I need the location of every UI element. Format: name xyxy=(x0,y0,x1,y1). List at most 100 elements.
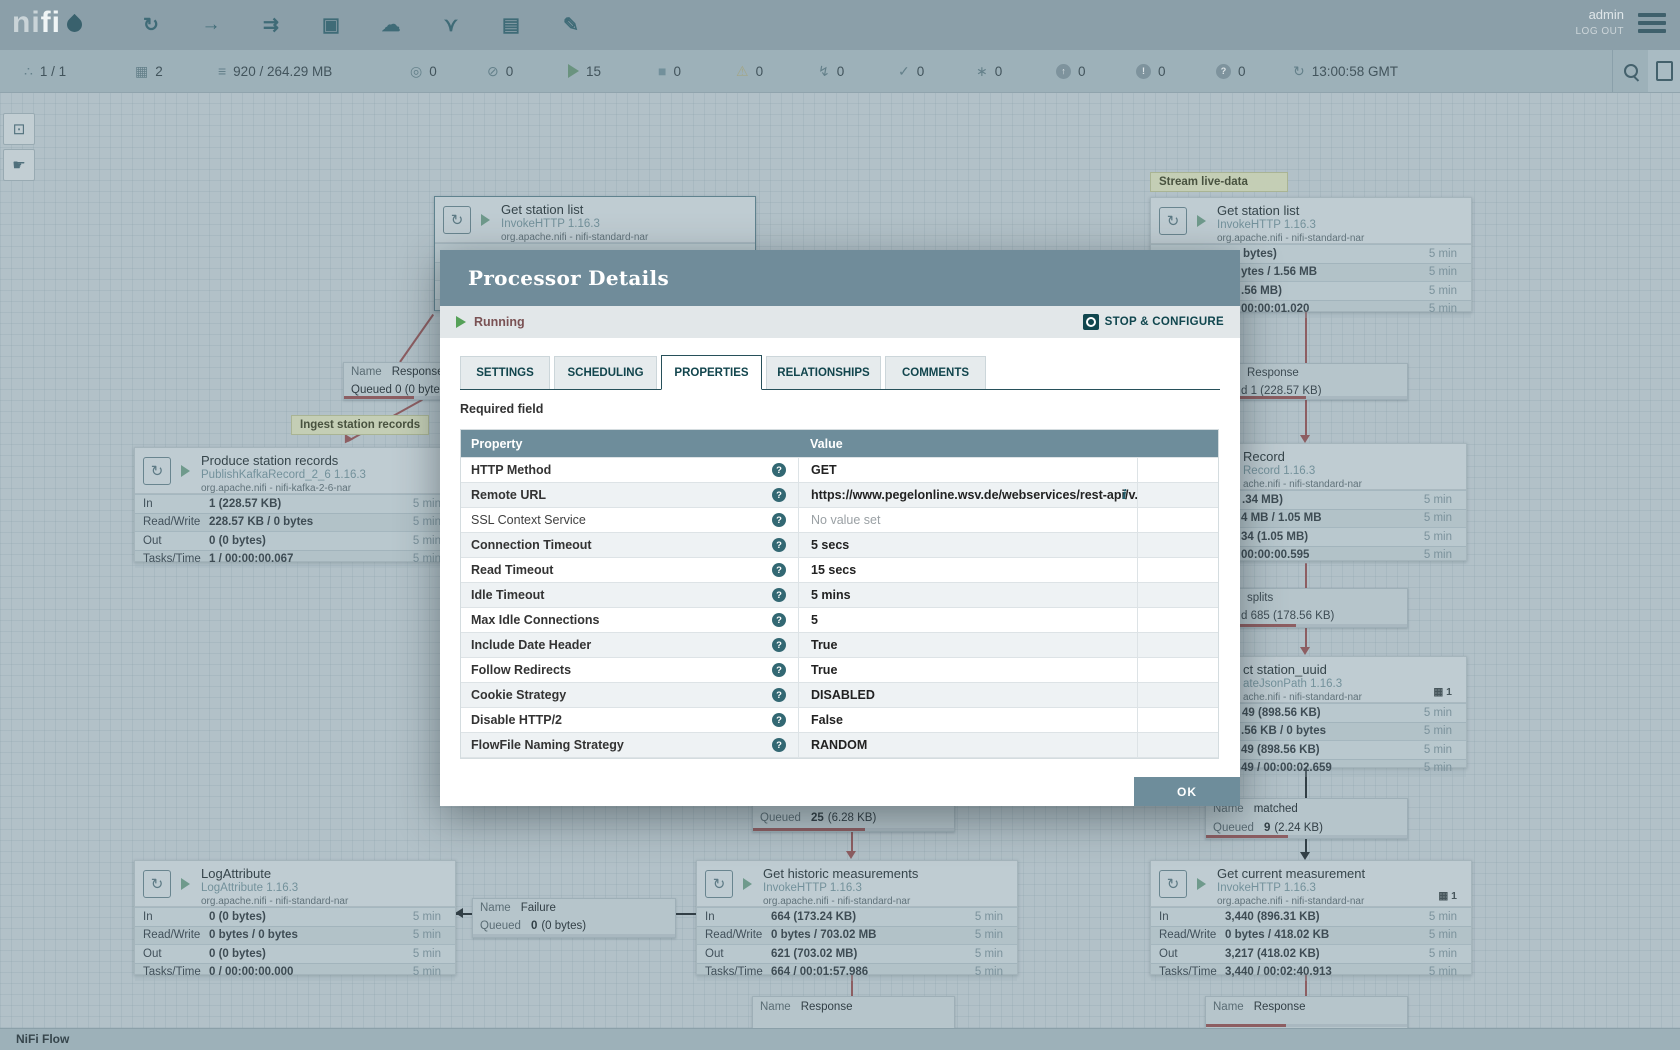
tab-settings[interactable]: SETTINGS xyxy=(460,356,550,389)
template-toolbar-icon[interactable]: ▤ xyxy=(496,10,526,40)
canvas-label-stream-live-data[interactable]: Stream live-data xyxy=(1150,172,1288,192)
help-icon[interactable]: ? xyxy=(772,738,786,752)
running-indicator-icon xyxy=(1197,878,1206,890)
help-icon[interactable]: ? xyxy=(772,613,786,627)
table-row: Idle Timeout? 5 mins xyxy=(461,582,1218,607)
breadcrumb-bar: NiFi Flow xyxy=(0,1028,1680,1050)
connection-line xyxy=(1305,311,1307,363)
processor-logattribute[interactable]: ↻ LogAttribute LogAttribute 1.16.3 org.a… xyxy=(134,860,456,975)
stat-row: In1 (228.57 KB)5 min xyxy=(135,494,455,513)
help-icon[interactable]: ? xyxy=(772,713,786,727)
info-icon[interactable]: i xyxy=(1122,488,1127,503)
birdseye-tool-button[interactable]: ⊡ xyxy=(3,113,35,145)
running-indicator-icon xyxy=(743,878,752,890)
refresh-icon[interactable]: ↻ xyxy=(1293,63,1305,80)
running-status: 15 xyxy=(568,50,601,92)
running-indicator-icon xyxy=(181,878,190,890)
output-port-toolbar-icon[interactable]: ⇉ xyxy=(256,10,286,40)
help-icon[interactable]: ? xyxy=(772,588,786,602)
table-row: Disable HTTP/2? False xyxy=(461,707,1218,732)
processor-bundle: org.apache.nifi - nifi-kafka-2-6-nar xyxy=(201,483,366,494)
processor-type: LogAttribute 1.16.3 xyxy=(201,882,348,894)
tab-properties[interactable]: PROPERTIES xyxy=(661,355,762,390)
connection-line xyxy=(851,832,853,852)
processor-header: ↻ Get station list InvokeHTTP 1.16.3 org… xyxy=(1151,198,1471,244)
breadcrumb[interactable]: NiFi Flow xyxy=(16,1032,69,1046)
tab-scheduling[interactable]: SCHEDULING xyxy=(554,356,657,389)
processor-title: LogAttribute xyxy=(201,866,348,881)
table-row: Cookie Strategy? DISABLED xyxy=(461,682,1218,707)
stop-and-configure-button[interactable]: STOP & CONFIGURE xyxy=(1083,314,1224,330)
processor-get-current-measurement[interactable]: ↻ Get current measurement InvokeHTTP 1.1… xyxy=(1150,860,1472,975)
help-icon[interactable]: ? xyxy=(772,638,786,652)
table-row: Max Idle Connections? 5 xyxy=(461,607,1218,632)
processor-toolbar-icon[interactable]: ↻ xyxy=(136,10,166,40)
search-icon[interactable] xyxy=(1624,64,1638,78)
current-user: admin xyxy=(1575,7,1624,22)
table-row: HTTP Method? GET xyxy=(461,457,1218,482)
threads-icon: ∴ xyxy=(24,63,33,80)
not-transmitting-status: ⊘0 xyxy=(487,50,513,92)
queue-progress-bar xyxy=(1206,835,1407,838)
tab-relationships[interactable]: RELATIONSHIPS xyxy=(766,356,881,389)
table-row: Attributes to Send? No value set xyxy=(461,757,1218,759)
remote-process-group-toolbar-icon[interactable]: ☁ xyxy=(376,10,406,40)
processor-type: InvokeHTTP 1.16.3 xyxy=(1217,882,1365,894)
table-row: Include Date Header? True xyxy=(461,632,1218,657)
processor-bundle: ache.nifi - nifi-standard-nar xyxy=(1243,479,1362,490)
statusbar-divider xyxy=(1612,50,1613,92)
processor-type: InvokeHTTP 1.16.3 xyxy=(501,218,648,230)
queue-list-icon: ≡ xyxy=(218,63,226,79)
help-icon[interactable]: ? xyxy=(772,488,786,502)
hand-tool-button[interactable]: ☛ xyxy=(3,149,35,181)
connection-label-failure[interactable]: NameFailure Queued0(0 bytes) xyxy=(472,898,676,938)
processor-header: ↻ LogAttribute LogAttribute 1.16.3 org.a… xyxy=(135,861,455,907)
processor-bundle: org.apache.nifi - nifi-standard-nar xyxy=(1217,896,1365,907)
property-column-header: Property xyxy=(461,437,798,451)
processor-type: InvokeHTTP 1.16.3 xyxy=(1217,219,1364,231)
refresh-status: ↻13:00:58 GMT xyxy=(1293,50,1398,92)
dialog-tabs: SETTINGS SCHEDULING PROPERTIES RELATIONS… xyxy=(460,355,1220,390)
help-icon[interactable]: ? xyxy=(772,688,786,702)
disabled-status: ↯0 xyxy=(818,50,844,92)
help-icon[interactable]: ? xyxy=(772,663,786,677)
transmitting-status: ◎0 xyxy=(410,50,437,92)
global-menu-icon[interactable] xyxy=(1638,13,1666,37)
stat-row: Tasks/Time1 / 00:00:00.0675 min xyxy=(135,550,455,569)
processor-get-historic-measurements[interactable]: ↻ Get historic measurements InvokeHTTP 1… xyxy=(696,860,1018,975)
arrowhead-icon xyxy=(846,851,856,859)
table-row: FlowFile Naming Strategy? RANDOM xyxy=(461,732,1218,757)
active-threads-badge: ▦ 1 xyxy=(1433,686,1452,698)
canvas-label-ingest-station-records[interactable]: Ingest station records xyxy=(291,415,429,435)
birdseye-panel-icon[interactable] xyxy=(1648,50,1680,92)
nifi-app: nifi ↻ → ⇉ ▣ ☁ ⋎ ▤ ✎ admin LOG OUT ∴1 / … xyxy=(0,0,1680,1050)
processor-header: ↻ Get station list InvokeHTTP 1.16.3 org… xyxy=(435,197,755,243)
funnel-toolbar-icon[interactable]: ⋎ xyxy=(436,10,466,40)
help-icon[interactable]: ? xyxy=(772,513,786,527)
sync-failure-status: ?0 xyxy=(1216,50,1246,92)
running-icon xyxy=(568,64,579,78)
processor-icon: ↻ xyxy=(705,870,733,898)
help-icon[interactable]: ? xyxy=(772,538,786,552)
processor-title: Get historic measurements xyxy=(763,866,918,881)
queue-progress-bar xyxy=(1206,1024,1407,1027)
warning-icon: ⚠ xyxy=(736,63,749,80)
connection-line xyxy=(1305,838,1307,853)
logout-link[interactable]: LOG OUT xyxy=(1575,26,1624,37)
stat-row: Out3,217 (418.02 KB)5 min xyxy=(1151,944,1471,963)
processor-title: Produce station records xyxy=(201,453,366,468)
processor-bundle: org.apache.nifi - nifi-standard-nar xyxy=(201,896,348,907)
ok-button[interactable]: OK xyxy=(1134,777,1240,806)
tab-comments[interactable]: COMMENTS xyxy=(885,356,986,389)
processor-produce-station-records[interactable]: ↻ Produce station records PublishKafkaRe… xyxy=(134,447,456,562)
input-port-toolbar-icon[interactable]: → xyxy=(196,10,226,40)
help-icon[interactable]: ? xyxy=(772,463,786,477)
running-state-label: Running xyxy=(474,315,525,329)
process-group-toolbar-icon[interactable]: ▣ xyxy=(316,10,346,40)
dialog-status-row: Running STOP & CONFIGURE xyxy=(440,306,1240,338)
help-icon[interactable]: ? xyxy=(772,563,786,577)
label-toolbar-icon[interactable]: ✎ xyxy=(556,10,586,40)
stat-row: Read/Write0 bytes / 0 bytes5 min xyxy=(135,926,455,945)
processor-bundle: org.apache.nifi - nifi-standard-nar xyxy=(1217,233,1364,244)
table-row: Follow Redirects? True xyxy=(461,657,1218,682)
